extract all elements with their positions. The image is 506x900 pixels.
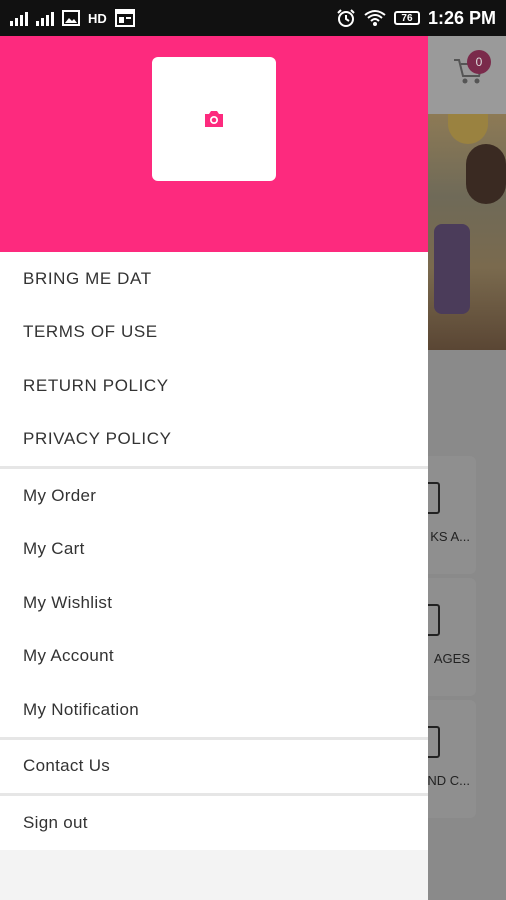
menu-item-my-notification[interactable]: My Notification (0, 683, 428, 737)
menu-item-privacy-policy[interactable]: PRIVACY POLICY (0, 413, 428, 467)
drawer-header (0, 36, 428, 252)
alarm-icon (337, 9, 355, 27)
profile-photo-button[interactable] (152, 57, 276, 181)
category-label: ND C... (427, 773, 470, 788)
status-bar: HD 76 1:26 PM (0, 0, 506, 36)
menu-item-my-cart[interactable]: My Cart (0, 523, 428, 577)
camera-icon (205, 111, 223, 127)
menu-item-return-policy[interactable]: RETURN POLICY (0, 359, 428, 413)
menu-item-terms-of-use[interactable]: TERMS OF USE (0, 306, 428, 360)
menu-item-my-wishlist[interactable]: My Wishlist (0, 576, 428, 630)
clock: 1:26 PM (427, 7, 496, 28)
navigation-drawer: BRING ME DAT TERMS OF USE RETURN POLICY … (0, 36, 428, 900)
signal-icon-2 (36, 10, 54, 26)
battery-icon: 76 (393, 11, 420, 25)
menu-item-my-order[interactable]: My Order (0, 469, 428, 523)
menu-group-signout: Sign out (0, 796, 428, 850)
calendar-icon (114, 9, 135, 27)
category-card[interactable]: ND C... (420, 700, 476, 818)
menu-group-info: BRING ME DAT TERMS OF USE RETURN POLICY … (0, 252, 428, 466)
wifi-icon (364, 10, 386, 26)
menu-item-sign-out[interactable]: Sign out (0, 796, 428, 850)
menu-group-account: My Order My Cart My Wishlist My Account … (0, 469, 428, 737)
image-icon (62, 10, 80, 26)
menu-item-contact-us[interactable]: Contact Us (0, 740, 428, 794)
hd-label: HD (88, 10, 107, 26)
drawer-menu: BRING ME DAT TERMS OF USE RETURN POLICY … (0, 252, 428, 850)
signal-icon (10, 10, 28, 26)
category-card[interactable]: AGES (420, 578, 476, 696)
category-card[interactable]: KS A... (420, 456, 476, 574)
menu-item-bring-me-dat[interactable]: BRING ME DAT (0, 252, 428, 306)
category-label: KS A... (430, 529, 470, 544)
menu-item-my-account[interactable]: My Account (0, 630, 428, 684)
menu-group-contact: Contact Us (0, 739, 428, 794)
cart-count-badge: 0 (467, 50, 491, 74)
category-label: AGES (433, 651, 470, 666)
promo-banner[interactable] (428, 114, 506, 350)
